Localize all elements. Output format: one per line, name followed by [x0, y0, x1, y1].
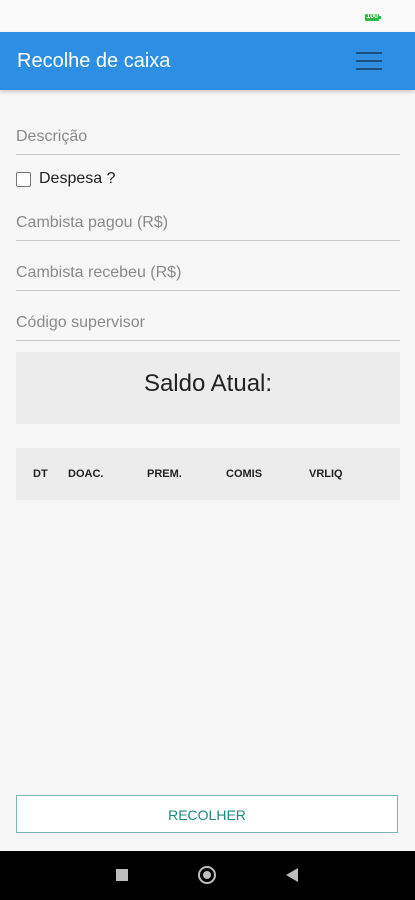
saldo-panel: Saldo Atual: — [16, 352, 400, 424]
table-header: DT DOAC. PREM. COMIS VRLIQ — [16, 448, 400, 500]
column-header-dt: DT — [33, 468, 48, 480]
back-triangle-icon[interactable] — [286, 868, 298, 882]
despesa-checkbox-row[interactable]: Despesa ? — [16, 168, 116, 190]
column-header-doac: DOAC. — [68, 468, 104, 480]
app-bar: Recolhe de caixa — [0, 32, 415, 90]
recents-square-icon[interactable] — [116, 869, 128, 881]
cambista-pagou-input[interactable] — [16, 206, 400, 241]
column-header-vrliq: VRLIQ — [309, 468, 343, 480]
column-header-comis: COMIS — [226, 468, 263, 480]
battery-level: 100 — [366, 13, 378, 20]
page-title: Recolhe de caixa — [17, 50, 171, 72]
home-circle-icon[interactable] — [198, 866, 216, 884]
descricao-input[interactable] — [16, 120, 400, 155]
system-nav-bar — [0, 851, 415, 900]
saldo-label: Saldo Atual: — [143, 370, 273, 397]
status-bar: 100 — [0, 0, 415, 32]
despesa-checkbox[interactable] — [16, 171, 31, 187]
hamburger-menu-icon[interactable] — [356, 50, 382, 72]
recolher-button[interactable]: RECOLHER — [16, 795, 398, 833]
codigo-supervisor-input[interactable] — [16, 306, 400, 341]
despesa-label: Despesa ? — [39, 170, 116, 187]
column-header-prem: PREM. — [147, 468, 182, 480]
cambista-recebeu-input[interactable] — [16, 256, 400, 291]
